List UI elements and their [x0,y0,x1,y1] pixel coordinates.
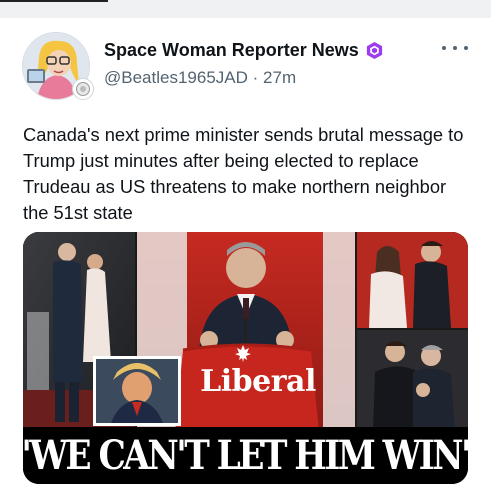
top-band [0,0,491,18]
avatar-badge [72,78,94,100]
media-headline-banner: 'WE CAN'T LET HIM WIN' [23,427,468,484]
more-options-icon[interactable] [442,42,468,54]
author-name-row[interactable]: Space Woman Reporter News [104,40,384,61]
author-meta: @Beatles1965JAD · 27m [104,68,296,88]
badge-seal-icon [76,82,90,96]
author-display-name[interactable]: Space Woman Reporter News [104,40,359,61]
meta-separator: · [252,68,259,87]
tweet-card[interactable]: Space Woman Reporter News @Beatles1965JA… [0,18,491,500]
liberal-podium-sign: Liberal [200,364,316,399]
active-tab-indicator [0,0,108,2]
verified-hexagon-icon [366,41,382,60]
post-text: Canada's next prime minister sends bruta… [23,124,464,223]
post-time[interactable]: 27m [263,68,296,87]
post-media[interactable]: Liberal 'WE CAN'T LET HIM WIN' [23,232,468,484]
author-handle[interactable]: @Beatles1965JAD [104,68,248,87]
media-headline: 'WE CAN'T LET HIM WIN' [23,432,468,479]
